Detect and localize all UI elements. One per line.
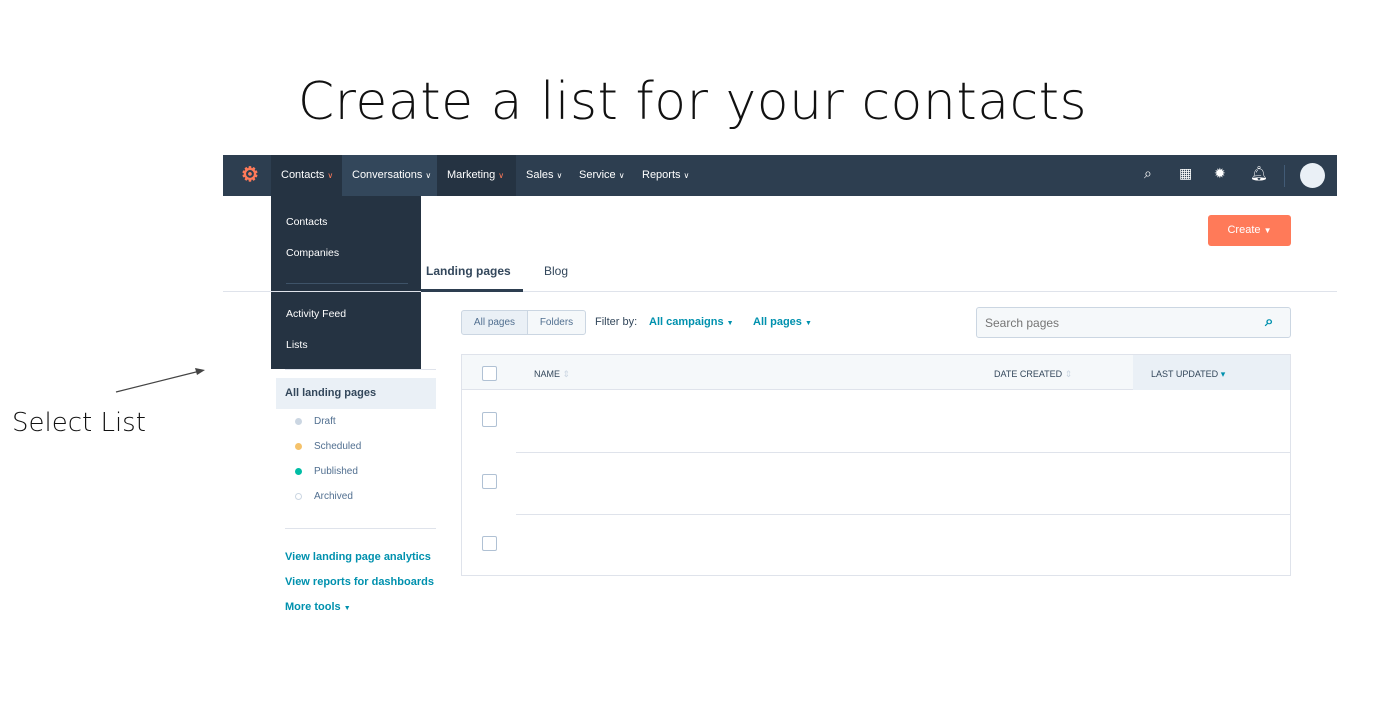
menu-divider (286, 283, 408, 284)
nav-label: Reports (642, 169, 681, 181)
tab-landing-pages[interactable]: Landing pages (426, 264, 511, 278)
avatar[interactable] (1300, 163, 1325, 188)
status-label: Draft (314, 416, 336, 427)
column-name[interactable]: NAME ⇕ (534, 369, 570, 380)
status-label: Archived (314, 491, 353, 502)
create-button[interactable]: Create ▼ (1208, 215, 1291, 246)
status-dot (295, 417, 302, 425)
status-dot (295, 467, 302, 475)
status-published[interactable]: Published (295, 466, 358, 477)
caret-down-icon: ▼ (804, 320, 812, 327)
sort-icon: ⇕ (1064, 369, 1073, 379)
nav-reports[interactable]: Reports ∨ (632, 155, 699, 196)
chevron-down-icon: ∨ (327, 171, 334, 180)
marketplace-icon[interactable]: ▦ (1179, 165, 1192, 182)
status-dot (295, 442, 302, 450)
analytics-link[interactable]: View landing page analytics (285, 551, 431, 563)
column-last-updated[interactable]: LAST UPDATED ▾ (1151, 369, 1225, 380)
nav-label: Service (579, 169, 616, 181)
column-date-created[interactable]: DATE CREATED ⇕ (994, 369, 1072, 380)
folders-toggle[interactable]: Folders (527, 310, 586, 335)
chevron-down-icon: ∨ (556, 171, 563, 180)
reports-link[interactable]: View reports for dashboards (285, 576, 434, 588)
nav-sales[interactable]: Sales ∨ (516, 155, 572, 196)
search-input[interactable] (976, 307, 1291, 338)
menu-item-activity-feed[interactable]: Activity Feed (286, 308, 346, 320)
chevron-down-icon: ∨ (498, 171, 505, 180)
caret-down-icon: ▼ (1263, 226, 1272, 235)
row-checkbox[interactable] (482, 536, 497, 551)
link-label: More tools (285, 601, 341, 613)
column-label: NAME (534, 369, 561, 379)
filter-label: All pages (753, 316, 802, 328)
nav-label: Conversations (352, 169, 423, 181)
tab-blog[interactable]: Blog (544, 264, 568, 278)
row-divider (516, 452, 1290, 453)
nav-marketing[interactable]: Marketing ∨ (437, 155, 516, 196)
caret-down-icon: ▼ (726, 320, 734, 327)
campaigns-filter[interactable]: All campaigns ▼ (649, 316, 734, 328)
search-icon[interactable]: ⌕ (1265, 313, 1273, 330)
sidebar-all-landing-pages[interactable]: All landing pages (276, 378, 436, 409)
row-checkbox[interactable] (482, 412, 497, 427)
sort-icon: ⇕ (562, 369, 571, 379)
chevron-down-icon: ∨ (683, 171, 690, 180)
status-label: Scheduled (314, 441, 362, 452)
top-nav: ⚙ Contacts ∨ Conversations ∨ Marketing ∨ Sa… (223, 155, 1337, 196)
column-label: DATE CREATED (994, 369, 1063, 379)
arrow-icon (115, 368, 205, 393)
column-label: LAST UPDATED (1151, 369, 1219, 379)
status-dot (295, 492, 302, 500)
sidebar-divider (285, 528, 436, 529)
pages-table (461, 354, 1291, 576)
caret-down-icon: ▼ (343, 605, 351, 612)
nav-label: Sales (526, 169, 554, 181)
bell-icon[interactable]: 🔔︎ (1250, 165, 1268, 182)
filter-by-label: Filter by: (595, 316, 638, 328)
chevron-down-icon: ∨ (425, 171, 432, 180)
active-tab-indicator (421, 289, 523, 292)
nav-contacts[interactable]: Contacts ∨ (271, 155, 342, 196)
sidebar-divider (285, 369, 436, 370)
hubspot-logo-icon[interactable]: ⚙ (231, 155, 269, 196)
status-label: Published (314, 466, 358, 477)
contacts-dropdown: Contacts Companies Activity Feed Lists (271, 196, 421, 369)
status-archived[interactable]: Archived (295, 491, 353, 502)
annotation-label: Select List (12, 408, 146, 438)
chevron-down-icon: ∨ (618, 171, 625, 180)
gear-icon[interactable]: ✹ (1214, 165, 1226, 182)
filter-label: All campaigns (649, 316, 724, 328)
nav-label: Marketing (447, 169, 496, 181)
menu-item-lists[interactable]: Lists (286, 339, 308, 351)
create-label: Create (1227, 224, 1261, 236)
menu-item-contacts[interactable]: Contacts (286, 216, 327, 228)
slide-title: Create a list for your contacts (297, 72, 1088, 132)
select-all-checkbox[interactable] (482, 366, 497, 381)
divider (1284, 165, 1285, 187)
all-pages-toggle[interactable]: All pages (461, 310, 528, 335)
nav-label: Contacts (281, 169, 325, 181)
pages-filter[interactable]: All pages ▼ (753, 316, 812, 328)
tabs-divider (223, 291, 1337, 292)
search-icon[interactable]: ⌕ (1144, 165, 1152, 182)
row-checkbox[interactable] (482, 474, 497, 489)
status-draft[interactable]: Draft (295, 416, 336, 427)
row-divider (516, 514, 1290, 515)
sort-desc-icon: ▾ (1220, 369, 1226, 379)
status-scheduled[interactable]: Scheduled (295, 441, 361, 452)
more-tools-link[interactable]: More tools ▼ (285, 601, 351, 613)
nav-service[interactable]: Service ∨ (569, 155, 635, 196)
menu-item-companies[interactable]: Companies (286, 247, 339, 259)
nav-conversations[interactable]: Conversations ∨ (342, 155, 442, 196)
